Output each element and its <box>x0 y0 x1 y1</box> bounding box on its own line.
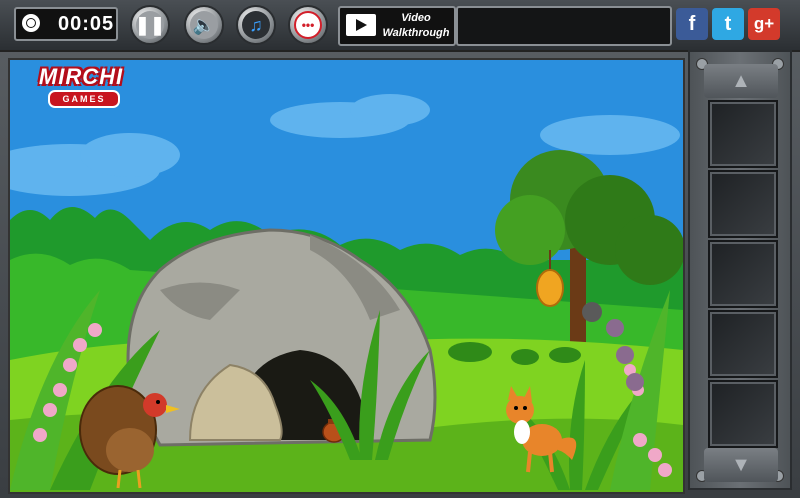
inventory-slot-3[interactable] <box>708 240 778 308</box>
clock-icon <box>22 14 40 32</box>
top-toolbar: 00:05 ❚❚ 🔈 ♫ ••• Video Walkthrough f t g… <box>0 0 800 52</box>
inventory-slot-1[interactable] <box>708 100 778 168</box>
music-note-icon: ♫ <box>242 11 270 39</box>
walkthrough-label-line2: Walkthrough <box>382 27 450 39</box>
googleplus-icon: g+ <box>753 14 775 33</box>
inventory-scroll-up-button[interactable]: ▲ <box>704 64 778 98</box>
twitter-icon: t <box>724 12 732 35</box>
chat-button[interactable]: ••• <box>288 5 328 45</box>
walkthrough-label: Video Walkthrough <box>380 11 452 41</box>
inventory-slot-2[interactable] <box>708 170 778 238</box>
game-scene: MIRCHI GAMES <box>8 58 685 494</box>
arrow-up-icon: ▲ <box>731 69 751 92</box>
inventory-scroll-down-button[interactable]: ▼ <box>704 448 778 482</box>
walkthrough-label-line1: Video <box>401 12 431 24</box>
timer-value: 00:05 <box>58 13 115 35</box>
film-play-icon <box>346 14 376 36</box>
logo-top-text: MIRCHI <box>38 64 124 89</box>
googleplus-button[interactable]: g+ <box>748 8 780 40</box>
scene-illustration <box>10 94 683 492</box>
pause-icon: ❚❚ <box>135 11 165 39</box>
sound-button[interactable]: 🔈 <box>184 5 224 45</box>
pause-button[interactable]: ❚❚ <box>130 5 170 45</box>
facebook-icon: f <box>688 12 696 35</box>
inventory-panel: ▲ ▼ <box>688 50 792 490</box>
inventory-slot-4[interactable] <box>708 310 778 378</box>
twitter-button[interactable]: t <box>712 8 744 40</box>
arrow-down-icon: ▼ <box>731 453 751 476</box>
inventory-slot-5[interactable] <box>708 380 778 448</box>
chat-bubble-icon: ••• <box>294 11 322 39</box>
facebook-button[interactable]: f <box>676 8 708 40</box>
mirchi-games-logo: MIRCHI GAMES <box>26 62 136 108</box>
music-button[interactable]: ♫ <box>236 5 276 45</box>
message-bar <box>456 6 672 46</box>
video-walkthrough-button[interactable]: Video Walkthrough <box>338 6 456 46</box>
timer-display: 00:05 <box>14 7 118 41</box>
speaker-icon: 🔈 <box>190 11 218 39</box>
logo-bottom-text: GAMES <box>48 90 120 108</box>
